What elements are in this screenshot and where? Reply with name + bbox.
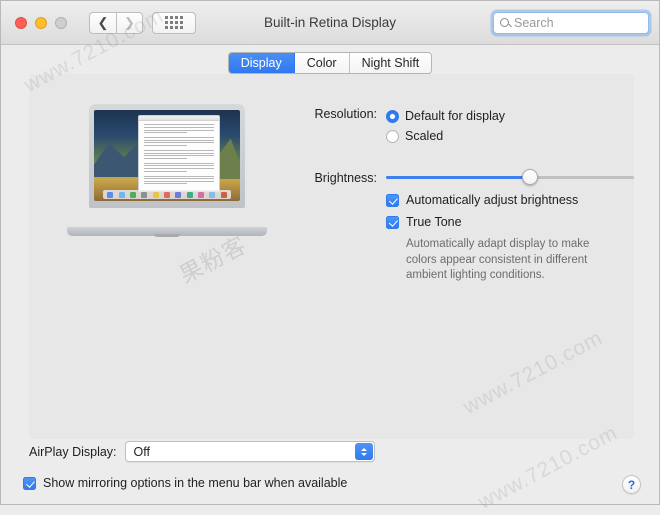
slider-knob[interactable] [521, 169, 538, 185]
auto-brightness-label: Automatically adjust brightness [406, 193, 579, 207]
resolution-row: Resolution: Default for display Scaled [295, 106, 625, 146]
brightness-row: Brightness: [295, 168, 634, 186]
airplay-label: AirPlay Display: [29, 444, 117, 459]
radio-default-for-display[interactable]: Default for display [386, 106, 505, 126]
checkbox-auto-brightness[interactable]: Automatically adjust brightness [386, 189, 620, 211]
close-button[interactable] [15, 16, 27, 29]
display-options-spacer [295, 189, 377, 284]
radio-default-label: Default for display [405, 109, 506, 123]
caret-down [360, 452, 367, 456]
textedit-toolbar [138, 116, 219, 122]
laptop-notch [154, 234, 180, 237]
display-settings-panel: Resolution: Default for display Scaled B… [29, 74, 634, 439]
search-input[interactable]: Search [493, 11, 649, 34]
resolution-label: Resolution: [314, 107, 377, 121]
radio-icon-unselected [386, 129, 399, 143]
brightness-slider[interactable] [386, 168, 634, 186]
chevron-right-icon: ❯ [124, 15, 135, 30]
dock-preview [102, 190, 232, 200]
search-icon [500, 18, 509, 27]
macbook-preview-image [67, 102, 267, 242]
tab-display[interactable]: Display [228, 53, 295, 73]
checkbox-icon-checked [23, 476, 36, 490]
back-button[interactable]: ❮ [89, 11, 116, 34]
checkbox-show-mirroring-options[interactable]: Show mirroring options in the menu bar w… [23, 476, 347, 490]
tab-color[interactable]: Color [294, 53, 350, 73]
preferences-window: ❮ ❯ Built-in Retina Display Search Displ… [0, 0, 660, 514]
airplay-popup-button[interactable]: Off [124, 441, 375, 462]
display-options: Automatically adjust brightness True Ton… [377, 189, 620, 284]
help-button[interactable]: ? [622, 475, 641, 494]
tab-group: Display Color Night Shift [227, 52, 433, 74]
resolution-options: Default for display Scaled [377, 106, 505, 146]
navigation-button-group: ❮ ❯ [89, 11, 196, 34]
checkbox-true-tone[interactable]: True Tone [386, 211, 620, 233]
laptop-screen [94, 110, 240, 201]
textedit-window-preview [137, 115, 220, 192]
chevron-updown-icon [354, 443, 373, 460]
checkbox-icon-checked [386, 215, 399, 229]
grid-icon [165, 16, 183, 29]
minimize-button[interactable] [35, 16, 47, 29]
window-titlebar: ❮ ❯ Built-in Retina Display Search [1, 1, 659, 45]
radio-scaled[interactable]: Scaled [386, 126, 505, 146]
tab-night-shift[interactable]: Night Shift [349, 53, 432, 73]
true-tone-description: Automatically adapt display to make colo… [406, 238, 590, 282]
brightness-label: Brightness: [314, 170, 377, 185]
brightness-control [377, 168, 634, 186]
slider-track-fill [386, 175, 530, 179]
radio-icon-selected [386, 109, 399, 123]
display-options-row: Automatically adjust brightness True Ton… [295, 189, 625, 284]
show-mirroring-label: Show mirroring options in the menu bar w… [43, 476, 348, 490]
search-placeholder: Search [514, 15, 554, 30]
textedit-text-lines [141, 123, 217, 189]
traffic-light-group [15, 16, 67, 29]
true-tone-label: True Tone [406, 215, 462, 229]
checkbox-icon-checked [386, 193, 399, 207]
show-all-button[interactable] [152, 11, 196, 34]
zoom-button [55, 16, 67, 29]
caret-up [360, 447, 367, 451]
laptop-lid [89, 104, 245, 208]
radio-scaled-label: Scaled [405, 129, 444, 143]
display-controls: Resolution: Default for display Scaled B… [295, 106, 634, 287]
search-container: Search [493, 11, 649, 34]
airplay-selected-value: Off [133, 444, 150, 459]
airplay-display-row: AirPlay Display: Off [29, 441, 375, 462]
chevron-left-icon: ❮ [97, 15, 109, 30]
forward-button[interactable]: ❯ [116, 11, 143, 34]
